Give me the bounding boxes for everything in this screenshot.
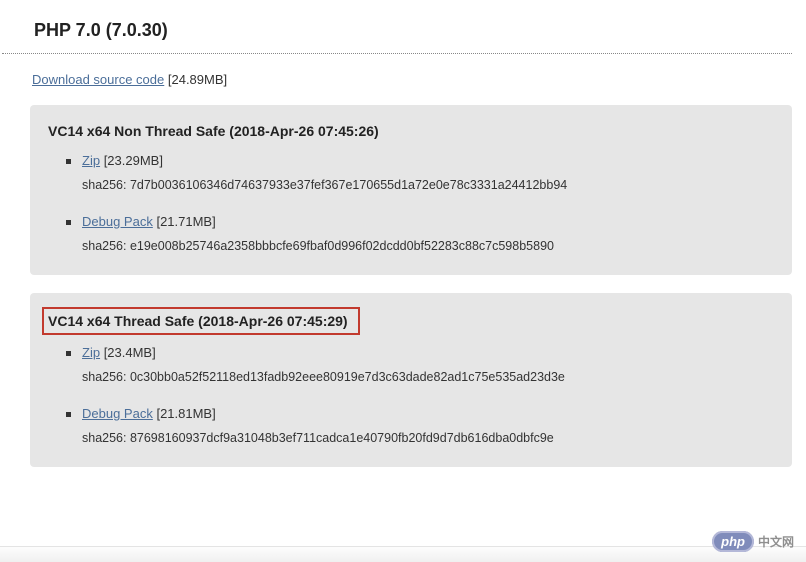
- list-item: Zip [23.4MB] sha256: 0c30bb0a52f52118ed1…: [48, 345, 772, 384]
- debug-size-value: [21.81MB]: [156, 406, 215, 421]
- sha-line: sha256: 7d7b0036106346d74637933e37fef367…: [82, 178, 772, 192]
- watermark-pill: php: [712, 531, 754, 552]
- page-title: PHP 7.0 (7.0.30): [2, 0, 792, 54]
- download-source-link[interactable]: Download source code: [32, 72, 164, 87]
- panel-ts-title: VC14 x64 Thread Safe (2018-Apr-26 07:45:…: [42, 307, 360, 335]
- debug-pack-link[interactable]: Debug Pack: [82, 406, 153, 421]
- sha-line: sha256: 0c30bb0a52f52118ed13fadb92eee809…: [82, 370, 772, 384]
- watermark: php 中文网: [712, 531, 794, 552]
- zip-link[interactable]: Zip: [82, 345, 100, 360]
- source-size-value: [24.89MB]: [168, 72, 227, 87]
- panel-ts: VC14 x64 Thread Safe (2018-Apr-26 07:45:…: [30, 293, 792, 467]
- list-item: Debug Pack [21.81MB] sha256: 87698160937…: [48, 406, 772, 445]
- debug-pack-link[interactable]: Debug Pack: [82, 214, 153, 229]
- watermark-text: 中文网: [758, 533, 794, 550]
- list-item: Debug Pack [21.71MB] sha256: e19e008b257…: [48, 214, 772, 253]
- panel-ts-list: Zip [23.4MB] sha256: 0c30bb0a52f52118ed1…: [48, 345, 772, 445]
- debug-size-value: [21.71MB]: [156, 214, 215, 229]
- panel-nts-title: VC14 x64 Non Thread Safe (2018-Apr-26 07…: [48, 123, 772, 139]
- zip-link[interactable]: Zip: [82, 153, 100, 168]
- panel-nts: VC14 x64 Non Thread Safe (2018-Apr-26 07…: [30, 105, 792, 275]
- zip-size-value: [23.29MB]: [104, 153, 163, 168]
- sha-line: sha256: 87698160937dcf9a31048b3ef711cadc…: [82, 431, 772, 445]
- panel-nts-list: Zip [23.29MB] sha256: 7d7b0036106346d746…: [48, 153, 772, 253]
- bottom-scrollbar[interactable]: [0, 546, 806, 562]
- source-line: Download source code [24.89MB]: [0, 54, 806, 105]
- list-item: Zip [23.29MB] sha256: 7d7b0036106346d746…: [48, 153, 772, 192]
- zip-size-value: [23.4MB]: [104, 345, 156, 360]
- sha-line: sha256: e19e008b25746a2358bbbcfe69fbaf0d…: [82, 239, 772, 253]
